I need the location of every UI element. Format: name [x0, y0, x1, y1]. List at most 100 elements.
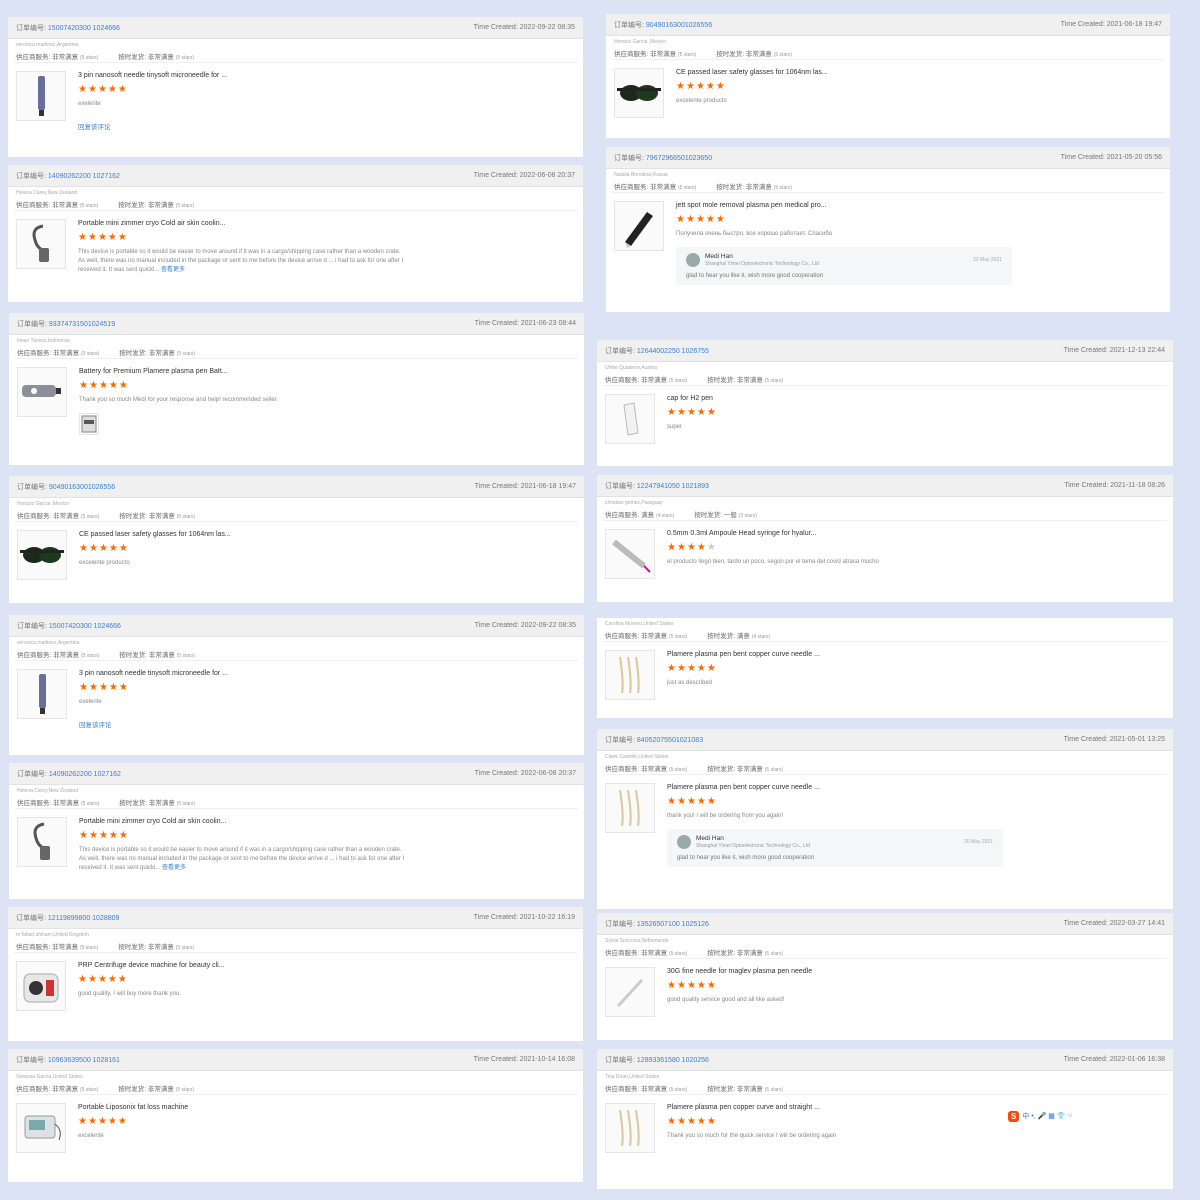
- read-more-link[interactable]: 查看更多: [162, 865, 186, 871]
- supplier-value: 满意: [641, 512, 655, 519]
- product-thumbnail[interactable]: [605, 394, 655, 444]
- shipping-label: 按时发货:: [707, 633, 736, 640]
- star-icon: ★: [696, 1116, 707, 1127]
- star-icon: ★: [79, 543, 89, 554]
- product-thumbnail[interactable]: [16, 71, 66, 121]
- star-icon: ★: [696, 663, 707, 674]
- review-text-content: exelente: [78, 101, 101, 107]
- order-id-link[interactable]: 14090262200 1027162: [49, 771, 121, 778]
- star-rating: ★★★★★: [78, 233, 575, 243]
- review-body: 0.5mm 0.3ml Ampoule Head syringe for hya…: [597, 521, 1173, 583]
- time-value: 2021-10-14 16:08: [519, 1056, 575, 1063]
- product-name-link[interactable]: CE passed laser safety glasses for 1064n…: [79, 531, 576, 538]
- supplier-label: 供应商服务:: [16, 54, 51, 61]
- product-name-link[interactable]: Plamere plasma pen bent copper curve nee…: [667, 784, 1165, 791]
- product-name-link[interactable]: Battery for Premium Plamere plasma pen B…: [79, 368, 576, 375]
- product-name-link[interactable]: Portable Liposonix fat loss machine: [78, 1104, 575, 1111]
- product-name-link[interactable]: 3 pin nanosoft needle tinysoft microneed…: [79, 670, 576, 677]
- read-more-link[interactable]: 查看更多: [161, 267, 185, 273]
- product-name-link[interactable]: Portable mini zimmer cryo Cold air skin …: [79, 818, 576, 825]
- shipping-value: 非常满意: [147, 202, 174, 209]
- star-icon: ★: [98, 380, 109, 391]
- shipping-rating: 按时发货: 一般 (3 stars): [694, 509, 757, 519]
- reply-review-link[interactable]: 回复该评论: [78, 121, 575, 131]
- ime-toolbar[interactable]: S 中 •, 🎤 ▦ 👕 ⁘: [1008, 1108, 1073, 1124]
- product-thumbnail[interactable]: [17, 530, 67, 580]
- order-id-link[interactable]: 15007420300 1024666: [48, 25, 120, 32]
- product-thumbnail[interactable]: [605, 650, 655, 700]
- shipping-label: 按时发货:: [119, 652, 148, 659]
- product-name-link[interactable]: 30G fine needle for maglev plasma pen ne…: [667, 968, 1165, 975]
- time-created: Time Created: 2021-11-18 08:26: [1064, 482, 1165, 489]
- customer-name: Sylvia Scoccina,Netherlands: [605, 938, 669, 944]
- order-id-link[interactable]: 79672966501023650: [646, 155, 712, 162]
- product-name-link[interactable]: PRP Centrifuge device machine for beauty…: [78, 962, 575, 969]
- review-body: 3 pin nanosoft needle tinysoft microneed…: [8, 63, 583, 135]
- review-text: Thank you so much for the quick service …: [667, 1132, 997, 1141]
- ratings-row: 供应商服务: 非常满意 (5 stars) 按时发货: 非常满意 (5 stars…: [9, 646, 584, 660]
- order-id-link[interactable]: 93374731501024519: [49, 321, 115, 328]
- shipping-rating: 按时发货: 满意 (4 stars): [707, 630, 770, 640]
- order-number: 订单编号: 15007420300 1024666: [16, 23, 120, 33]
- product-thumbnail[interactable]: [605, 967, 655, 1017]
- order-number: 订单编号: 13526507100 1025126: [605, 919, 709, 929]
- order-id-link[interactable]: 12893361580 1020256: [637, 1057, 709, 1064]
- product-thumbnail[interactable]: [605, 783, 655, 833]
- product-name-link[interactable]: 0.5mm 0.3ml Ampoule Head syringe for hya…: [667, 530, 1165, 537]
- supplier-label: 供应商服务:: [605, 950, 640, 957]
- review-text-content: good quality, I will buy more thank you.: [78, 991, 181, 997]
- order-id-link[interactable]: 10963639500 1028161: [48, 1057, 120, 1064]
- supplier-rating: 供应商服务: 非常满意 (5 stars): [17, 797, 99, 807]
- shipping-value: 非常满意: [745, 184, 772, 191]
- order-id-link[interactable]: 84052075501021083: [637, 737, 703, 744]
- product-name-link[interactable]: CE passed laser safety glasses for 1064n…: [676, 69, 1162, 76]
- time-created: Time Created: 2021-05-01 13:25: [1064, 736, 1165, 743]
- product-thumbnail[interactable]: [17, 817, 67, 867]
- star-icon: ★: [88, 380, 99, 391]
- review-card: 订单编号: 79672966501023650 Time Created: 202…: [606, 147, 1170, 312]
- star-icon: ★: [108, 380, 119, 391]
- seller-reply: Medi Han Shanghai Yimei Optoelectronic Te…: [676, 247, 1012, 285]
- review-text-content: exelente: [79, 699, 102, 705]
- product-thumbnail[interactable]: [16, 961, 66, 1011]
- review-text-content: Thank you so much Medi for your response…: [79, 397, 277, 403]
- product-name-link[interactable]: Portable mini zimmer cryo Cold air skin …: [78, 220, 575, 227]
- product-thumbnail[interactable]: [17, 669, 67, 719]
- shipping-label: 按时发货:: [119, 350, 148, 357]
- product-thumbnail[interactable]: [17, 367, 67, 417]
- product-name-link[interactable]: Plamere plasma pen copper curve and stra…: [667, 1104, 1165, 1111]
- ime-logo-icon[interactable]: S: [1008, 1110, 1020, 1122]
- order-id-link[interactable]: 14090262200 1027162: [48, 173, 120, 180]
- reply-review-link[interactable]: 回复该评论: [79, 719, 576, 729]
- product-name-link[interactable]: 3 pin nanosoft needle tinysoft microneed…: [78, 72, 575, 79]
- order-id-link[interactable]: 90490163001026556: [646, 22, 712, 29]
- supplier-label: 供应商服务:: [16, 1086, 51, 1093]
- shipping-stars: (5 stars): [764, 951, 784, 957]
- product-thumbnail[interactable]: [614, 201, 664, 251]
- order-header: 订单编号: 79672966501023650 Time Created: 202…: [606, 147, 1170, 169]
- order-id-link[interactable]: 12644002250 1026755: [637, 348, 709, 355]
- order-id-link[interactable]: 90490163001026556: [49, 484, 115, 491]
- shipping-label: 按时发货:: [118, 54, 147, 61]
- product-thumbnail[interactable]: [605, 529, 655, 579]
- order-id-link[interactable]: 12119899800 1028809: [48, 915, 120, 922]
- supplier-stars: (5 stars): [668, 634, 688, 640]
- supplier-stars: (5 stars): [79, 203, 99, 209]
- time-created: Time Created: 2021-10-22 16:19: [474, 914, 575, 921]
- order-id-link[interactable]: 13526507100 1025126: [637, 921, 709, 928]
- order-id-link[interactable]: 12247941050 1021893: [637, 483, 709, 490]
- product-name-link[interactable]: cap for H2 pen: [667, 395, 1165, 402]
- supplier-value: 非常满意: [52, 1086, 79, 1093]
- product-thumbnail[interactable]: [16, 1103, 66, 1153]
- product-thumbnail[interactable]: [614, 68, 664, 118]
- order-id-link[interactable]: 15007420300 1024666: [49, 623, 121, 630]
- review-photo[interactable]: [79, 413, 99, 435]
- ime-tools[interactable]: 中 •, 🎤 ▦ 👕 ⁘: [1022, 1111, 1073, 1121]
- product-thumbnail[interactable]: [605, 1103, 655, 1153]
- supplier-label: 供应商服务:: [605, 633, 640, 640]
- product-name-link[interactable]: Plamere plasma pen bent copper curve nee…: [667, 651, 1165, 658]
- shipping-stars: (5 stars): [175, 203, 195, 209]
- product-thumbnail[interactable]: [16, 219, 66, 269]
- supplier-stars: (4 stars): [655, 513, 675, 519]
- product-name-link[interactable]: jett spot mole removal plasma pen medica…: [676, 202, 1162, 209]
